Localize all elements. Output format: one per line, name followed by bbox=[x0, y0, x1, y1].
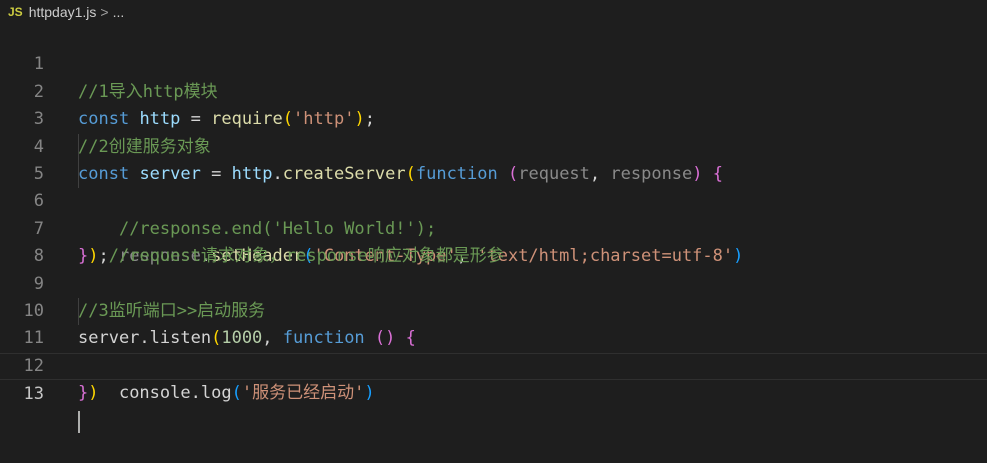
bracket: ) bbox=[364, 383, 375, 404]
code-line[interactable]: 11 console.log('服务已经启动') bbox=[0, 297, 987, 403]
code-line[interactable]: 9 //3监听端口>>启动服务 bbox=[0, 243, 987, 321]
chevron-right-icon: > bbox=[100, 4, 109, 20]
code-line-current[interactable]: 13 bbox=[0, 352, 987, 433]
code-line[interactable]: 2 const http = require('http'); bbox=[0, 51, 987, 129]
text-cursor bbox=[78, 410, 80, 433]
indent-guide bbox=[78, 133, 79, 161]
line-number: 13 bbox=[23, 384, 44, 405]
code-line[interactable]: 4 const server = http.createServer(funct… bbox=[0, 106, 987, 184]
code-line[interactable]: 12 }) bbox=[0, 325, 987, 403]
breadcrumb-more[interactable]: ... bbox=[113, 4, 125, 20]
breadcrumb: JS httpday1.js > ... bbox=[0, 0, 987, 24]
bracket: ( bbox=[231, 383, 242, 404]
code-line[interactable]: 1 //1导入http模块 bbox=[0, 24, 987, 101]
code-line[interactable]: 6 response.setHeader('Content-Type', 'te… bbox=[0, 160, 987, 266]
indent-guide bbox=[78, 297, 79, 326]
code-line[interactable]: 10 server.listen(1000, function () { bbox=[0, 271, 987, 348]
code-editor[interactable]: 1 //1导入http模块 2 const http = require('ht… bbox=[0, 24, 987, 433]
code-line[interactable]: 8 bbox=[0, 216, 987, 266]
code-line[interactable]: 5 //response.end('Hello World!'); bbox=[0, 133, 987, 239]
variable-console: console bbox=[118, 383, 191, 404]
method-log: log bbox=[200, 383, 232, 404]
code-line[interactable]: 3 //2创建服务对象 bbox=[0, 79, 987, 156]
bracket: } bbox=[78, 383, 89, 404]
code-line[interactable]: 7 });//request请求对象，response响应对象都是形参 bbox=[0, 188, 987, 266]
breadcrumb-file-name[interactable]: httpday1.js bbox=[29, 4, 97, 20]
string-literal: '服务已经启动' bbox=[241, 383, 365, 404]
indent-guide bbox=[78, 160, 79, 189]
javascript-file-icon: JS bbox=[8, 5, 23, 19]
bracket: ) bbox=[88, 383, 99, 404]
dot: . bbox=[190, 383, 201, 404]
